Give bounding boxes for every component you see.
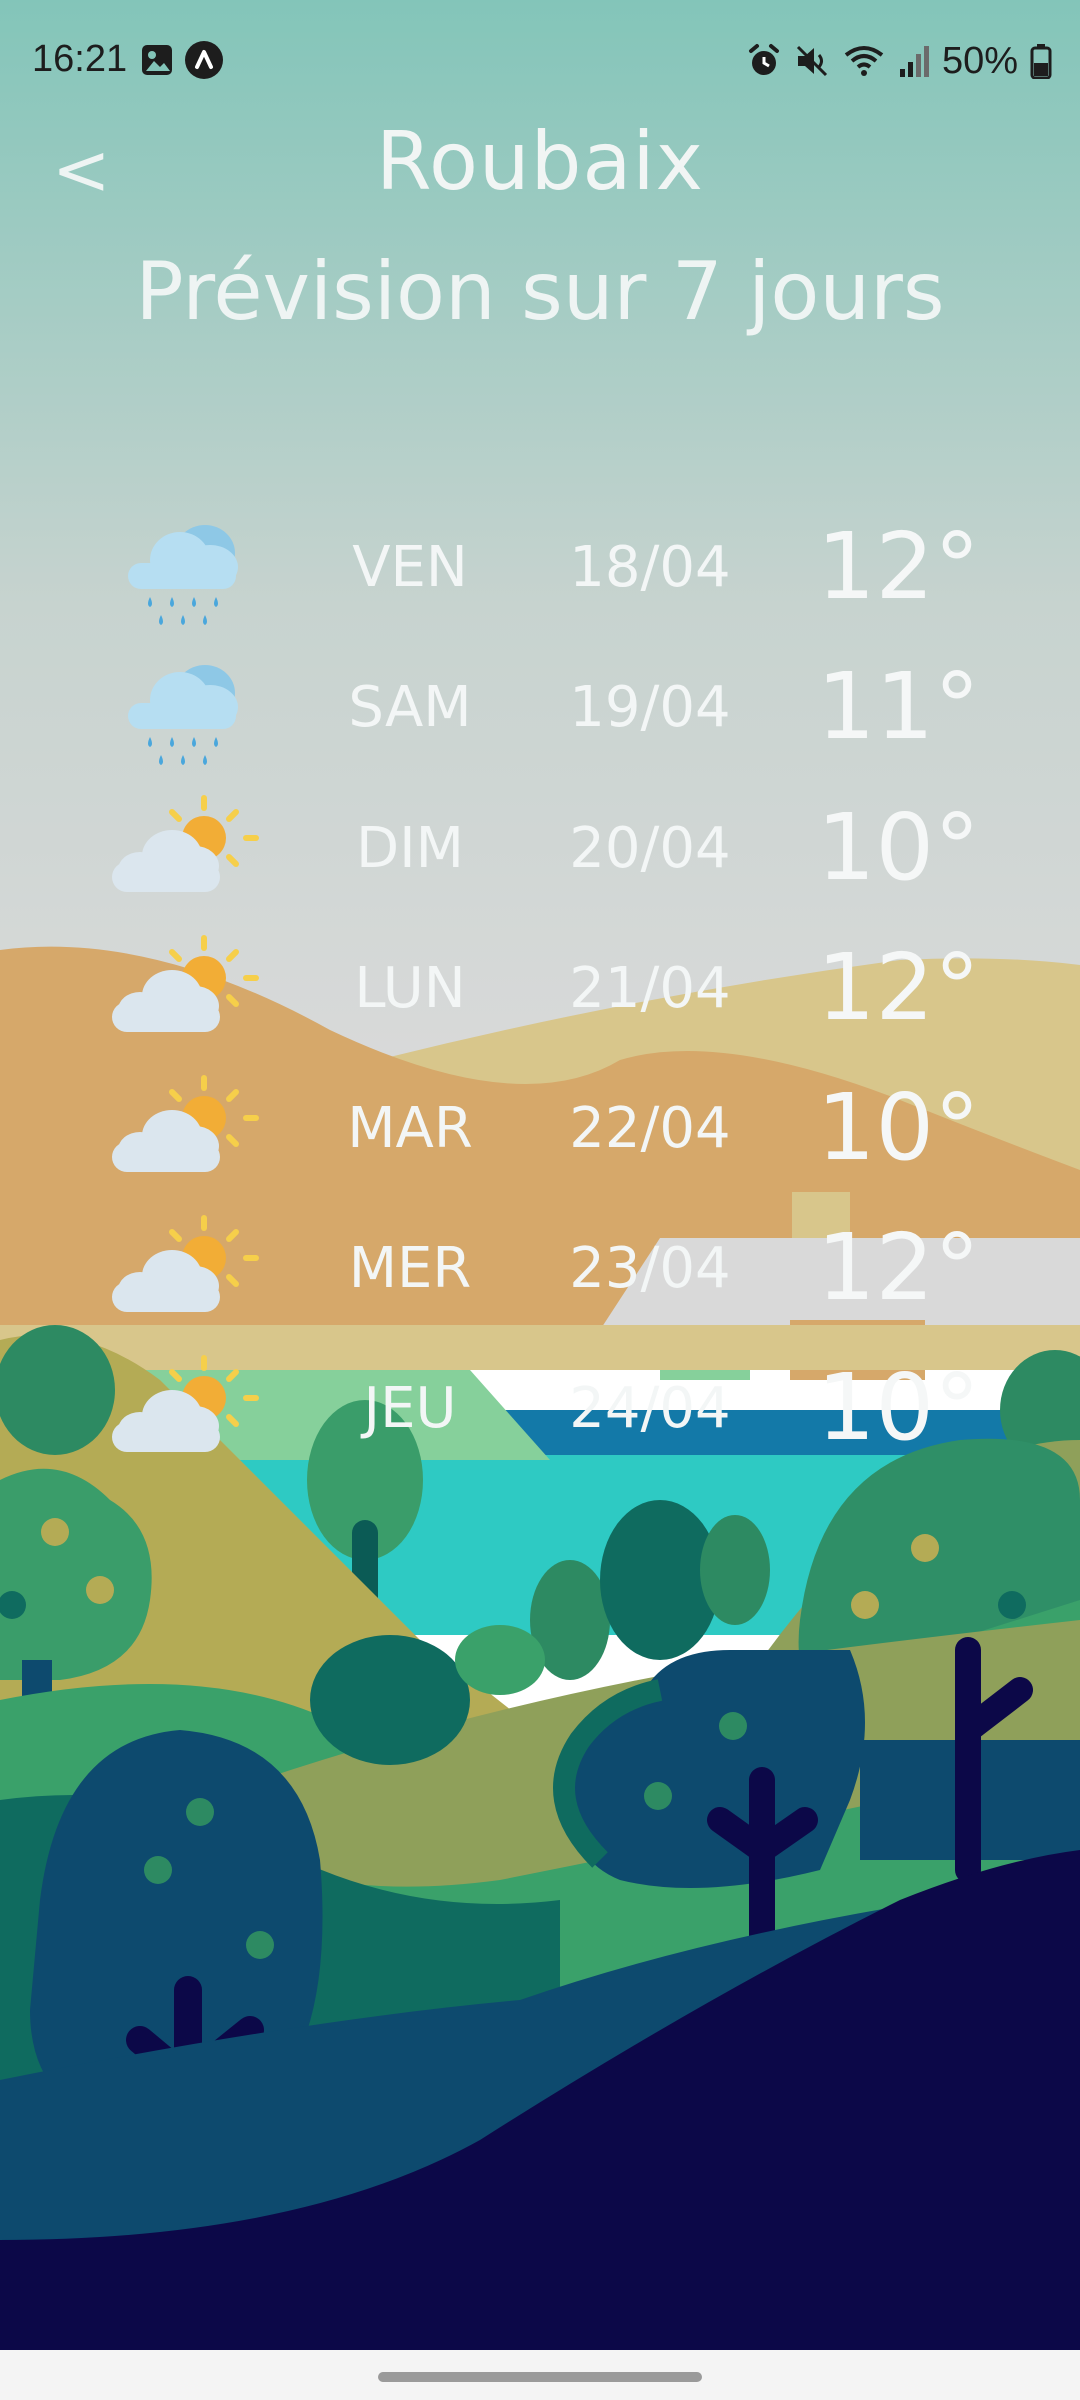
forecast-date: 22/04 <box>569 1096 731 1161</box>
battery-percent: 50% <box>941 39 1018 82</box>
fruit <box>644 1782 672 1810</box>
fruit <box>144 1856 172 1884</box>
home-gesture-handle[interactable] <box>378 2372 702 2382</box>
forecast-row: JEU 24/04 10° <box>0 1346 1080 1476</box>
forecast-temperature: 12° <box>816 513 980 620</box>
forecast-date: 21/04 <box>569 956 731 1021</box>
mute-icon <box>796 45 827 77</box>
status-left-icons <box>140 40 224 80</box>
forecast-temperature: 12° <box>816 1214 980 1321</box>
partly-sunny-icon <box>110 1206 260 1336</box>
signal-icon <box>899 46 929 77</box>
fruit <box>998 1591 1026 1619</box>
status-bar: 16:21 50% <box>0 0 1080 120</box>
forecast-row: SAM 19/04 11° <box>0 645 1080 775</box>
forecast-row: MAR 22/04 10° <box>0 1066 1080 1196</box>
forecast-date: 23/04 <box>569 1236 731 1301</box>
tree-lake-3 <box>700 1515 770 1625</box>
status-right: 50% <box>746 36 1052 86</box>
forecast-temperature: 10° <box>816 1354 980 1461</box>
forecast-row: MER 23/04 12° <box>0 1206 1080 1336</box>
forecast-date: 24/04 <box>569 1376 731 1441</box>
fruit <box>41 1518 69 1546</box>
fruit <box>86 1576 114 1604</box>
rain-cloud-icon <box>110 505 260 635</box>
forecast-day: MAR <box>347 1096 473 1161</box>
tree-small-mid <box>455 1625 545 1695</box>
forecast-temperature: 11° <box>816 653 980 760</box>
fruit <box>911 1534 939 1562</box>
nav-arrow-icon <box>185 41 223 79</box>
fruit <box>719 1712 747 1740</box>
forecast-temperature: 10° <box>816 794 980 901</box>
partly-sunny-icon <box>110 1346 260 1476</box>
forecast-row: VEN 18/04 12° <box>0 505 1080 635</box>
partly-sunny-icon <box>110 1066 260 1196</box>
forecast-date: 20/04 <box>569 816 731 881</box>
city-title: Roubaix <box>375 115 704 208</box>
forecast-temperature: 10° <box>816 1074 980 1181</box>
forecast-day: MER <box>348 1236 472 1301</box>
forecast-day: LUN <box>354 956 466 1021</box>
tree-dark-mid <box>310 1635 470 1765</box>
forecast-row: DIM 20/04 10° <box>0 786 1080 916</box>
forecast-temperature: 12° <box>816 934 980 1041</box>
forecast-date: 18/04 <box>569 535 731 600</box>
forecast-date: 19/04 <box>569 675 731 740</box>
image-icon <box>142 45 172 75</box>
forecast-day: JEU <box>363 1376 457 1441</box>
wifi-icon <box>844 46 884 76</box>
forecast-day: SAM <box>348 675 472 740</box>
forecast-row: LUN 21/04 12° <box>0 926 1080 1056</box>
battery-icon <box>1030 44 1052 79</box>
page-subtitle: Prévision sur 7 jours <box>135 245 945 338</box>
status-time: 16:21 <box>32 38 128 80</box>
fruit <box>851 1591 879 1619</box>
forecast-day: VEN <box>352 535 468 600</box>
rain-cloud-icon <box>110 645 260 775</box>
partly-sunny-icon <box>110 786 260 916</box>
fruit <box>246 1931 274 1959</box>
forecast-day: DIM <box>356 816 464 881</box>
partly-sunny-icon <box>110 926 260 1056</box>
fruit <box>186 1798 214 1826</box>
alarm-icon <box>748 44 779 75</box>
landscape-background <box>0 0 1080 2360</box>
